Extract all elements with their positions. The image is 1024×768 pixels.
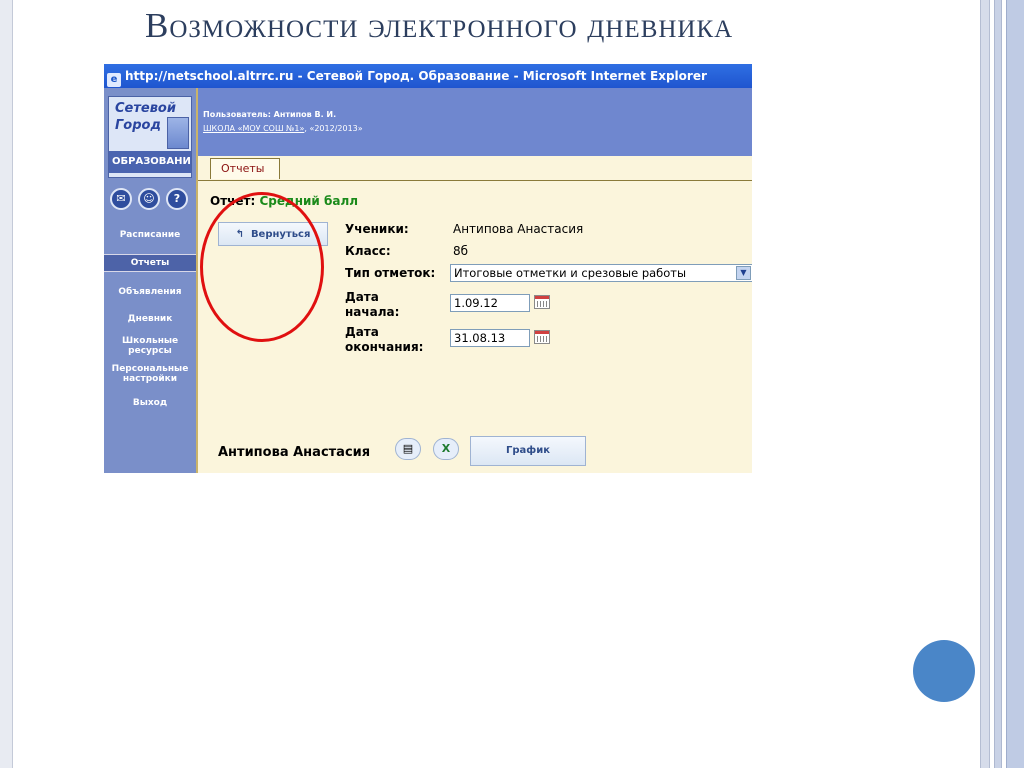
marks-type-label: Тип отметок: xyxy=(345,266,436,280)
users-icon[interactable]: ☺ xyxy=(138,188,160,210)
sidebar-item-reports[interactable]: Отчеты xyxy=(104,254,196,272)
internet-explorer-icon: e xyxy=(107,73,121,87)
start-date-label-1: Дата xyxy=(345,290,379,304)
tab-reports[interactable]: Отчеты xyxy=(210,158,280,179)
sidebar-item-announcements[interactable]: Объявления xyxy=(104,287,196,297)
logo-line3: ОБРАЗОВАНИ xyxy=(109,151,191,173)
sidebar-item-exit[interactable]: Выход xyxy=(104,398,196,408)
student-name: Антипова Анастасия xyxy=(218,445,371,460)
slide-left-border xyxy=(0,0,13,768)
school-info: ШКОЛА «МОУ СОШ №1», «2012/2013» xyxy=(203,124,363,133)
sidebar-item-school-resources[interactable]: Школьные ресурсы xyxy=(104,336,196,356)
sidebar-item-diary[interactable]: Дневник xyxy=(104,314,196,324)
border-stripe xyxy=(1006,0,1024,768)
logo[interactable]: Сетевой Город ОБРАЗОВАНИ xyxy=(108,96,192,178)
graph-button[interactable]: График xyxy=(470,436,586,466)
user-name: Пользователь: Антипов В. И. xyxy=(203,110,337,119)
start-date-label-2: начала: xyxy=(345,305,400,319)
logo-line1: Сетевой xyxy=(115,101,176,116)
header: Пользователь: Антипов В. И. ШКОЛА «МОУ С… xyxy=(198,88,752,156)
sidebar-item-schedule[interactable]: Расписание xyxy=(104,230,196,240)
logo-line2: Город xyxy=(115,118,161,133)
end-date-label-1: Дата xyxy=(345,325,379,339)
sidebar: Сетевой Город ОБРАЗОВАНИ ✉ ☺ ? Расписани… xyxy=(104,88,198,473)
marks-type-select[interactable]: Итоговые отметки и срезовые работы ▼ xyxy=(450,264,752,282)
building-icon xyxy=(167,117,189,149)
calendar-icon[interactable] xyxy=(534,330,550,344)
excel-icon[interactable]: X xyxy=(433,438,459,460)
mail-icon[interactable]: ✉ xyxy=(110,188,132,210)
document-icon[interactable]: ▤ xyxy=(395,438,421,460)
students-value: Антипова Анастасия xyxy=(453,222,584,236)
help-icon[interactable]: ? xyxy=(166,188,188,210)
chevron-down-icon[interactable]: ▼ xyxy=(736,266,751,280)
tab-bar: Отчеты xyxy=(198,156,752,181)
slide-title: Возможности электронного дневника xyxy=(145,6,734,45)
decorative-circle xyxy=(913,640,975,702)
border-stripe xyxy=(980,0,990,768)
slide-right-border xyxy=(980,0,1024,768)
end-date-label-2: окончания: xyxy=(345,340,424,354)
school-year: , «2012/2013» xyxy=(304,124,363,133)
window-titlebar: e http://netschool.altrrc.ru - Сетевой Го… xyxy=(104,64,752,88)
start-date-input[interactable]: 1.09.12 xyxy=(450,294,530,312)
school-link[interactable]: ШКОЛА «МОУ СОШ №1» xyxy=(203,124,304,133)
highlight-circle xyxy=(200,192,324,342)
marks-type-value: Итоговые отметки и срезовые работы xyxy=(454,266,687,280)
window-title: http://netschool.altrrc.ru - Сетевой Гор… xyxy=(125,69,707,83)
sidebar-item-personal-settings[interactable]: Персональные настройки xyxy=(104,364,196,384)
calendar-icon[interactable] xyxy=(534,295,550,309)
border-stripe xyxy=(994,0,1002,768)
students-label: Ученики: xyxy=(345,222,409,236)
class-label: Класс: xyxy=(345,244,391,258)
class-value: 8б xyxy=(453,244,469,258)
end-date-input[interactable]: 31.08.13 xyxy=(450,329,530,347)
